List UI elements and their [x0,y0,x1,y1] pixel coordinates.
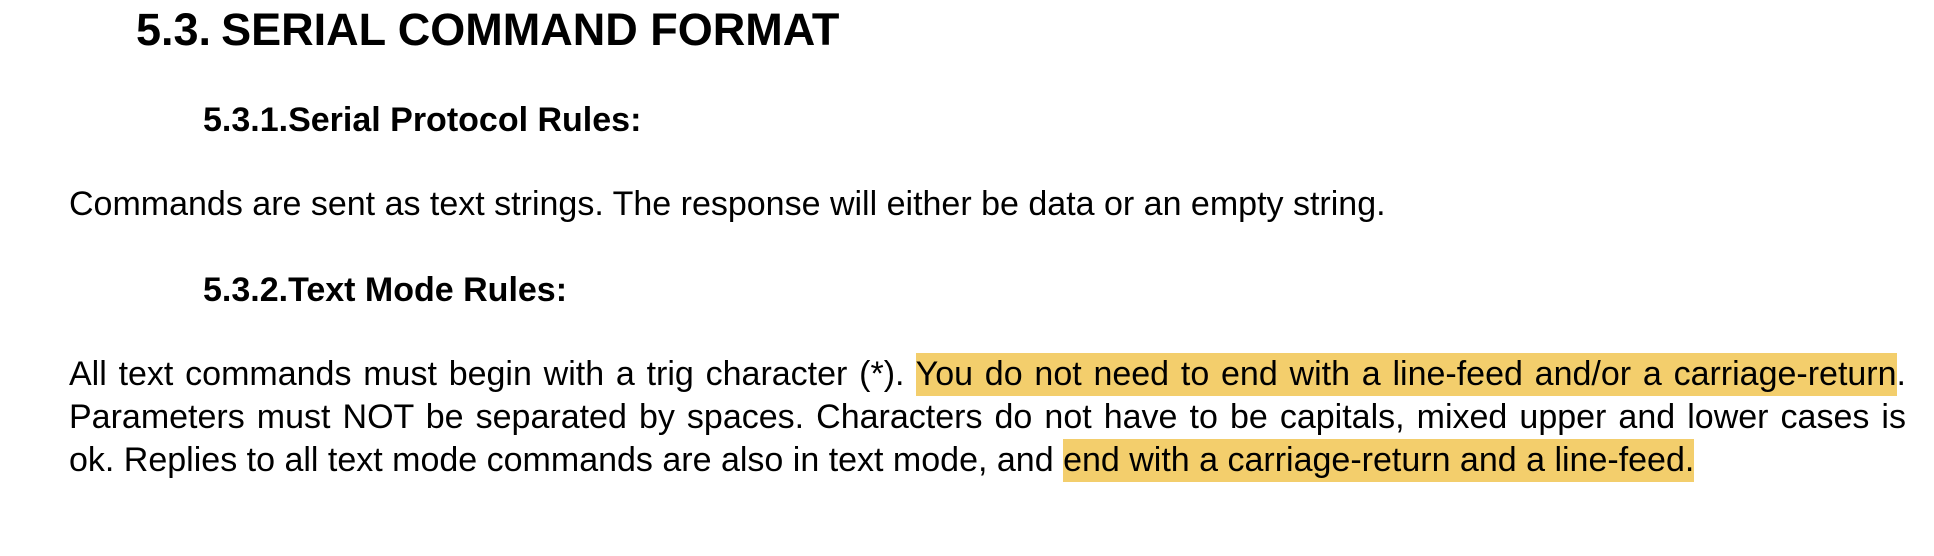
text-mode-paragraph: All text commands must begin with a trig… [69,353,1906,482]
subsection-heading-text-mode: 5.3.2.Text Mode Rules: [203,268,567,312]
section-heading: 5.3. SERIAL COMMAND FORMAT [136,2,839,58]
serial-protocol-paragraph: Commands are sent as text strings. The r… [69,185,1386,223]
highlighted-text: end with a carriage-return and a line-fe… [1063,439,1695,482]
subsection-title: Text Mode Rules: [288,271,568,309]
highlighted-text: You do not need to end with a line-feed … [915,353,1897,396]
section-title: SERIAL COMMAND FORMAT [221,4,840,55]
subsection-number: 5.3.2. [203,271,289,309]
subsection-title: Serial Protocol Rules: [288,101,642,139]
document-page: 5.3. SERIAL COMMAND FORMAT 5.3.1.Serial P… [0,0,1934,556]
subsection-heading-serial-protocol: 5.3.1.Serial Protocol Rules: [203,98,641,142]
paragraph-text: All text commands must begin with a trig… [69,355,916,393]
subsection-number: 5.3.1. [203,101,289,139]
section-number: 5.3. [136,4,212,55]
